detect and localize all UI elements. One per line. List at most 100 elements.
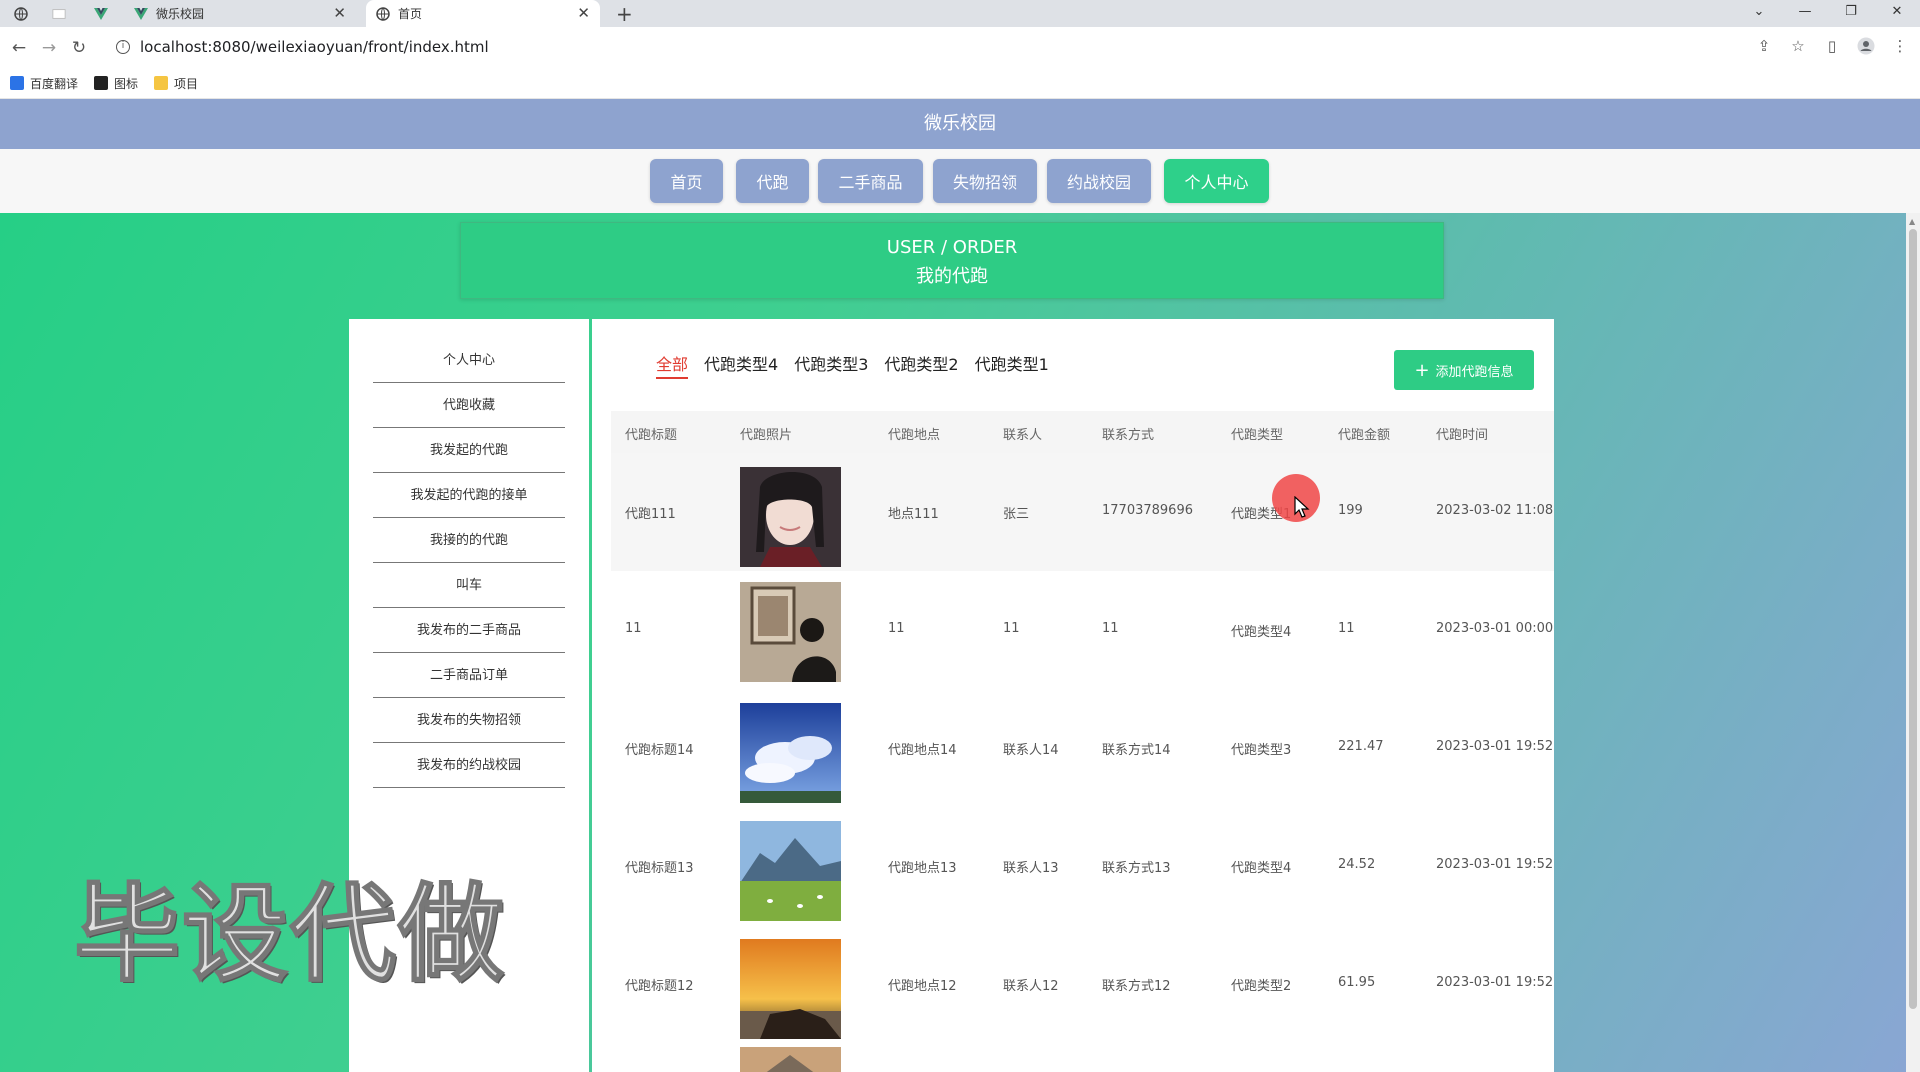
reload-icon[interactable]: ↻ xyxy=(68,37,90,59)
filter-type2[interactable]: 代跑类型2 xyxy=(884,351,958,379)
folder-icon xyxy=(154,76,169,90)
sidebar-item-secondhand-orders[interactable]: 二手商品订单 xyxy=(373,653,565,698)
filter-type4[interactable]: 代跑类型4 xyxy=(704,351,778,379)
globe-icon xyxy=(14,6,28,21)
top-nav: 首页 代跑 二手商品 失物招领 约战校园 个人中心 xyxy=(0,149,1920,213)
page-scrollbar[interactable]: ▲ xyxy=(1906,213,1920,1072)
url-field[interactable]: i localhost:8080/weilexiaoyuan/front/ind… xyxy=(108,32,1768,62)
scroll-up-icon[interactable]: ▲ xyxy=(1909,217,1915,226)
close-window-icon[interactable]: ✕ xyxy=(1874,0,1920,27)
vue-icon xyxy=(134,7,148,21)
info-icon[interactable]: i xyxy=(116,40,130,54)
col-title: 代跑标题 xyxy=(625,428,678,443)
errand-photo xyxy=(740,467,841,567)
sidebar-item-errand-favorites[interactable]: 代跑收藏 xyxy=(373,383,565,428)
browser-tab[interactable] xyxy=(94,0,120,27)
sidebar-item-user-center[interactable]: 个人中心 xyxy=(373,338,565,383)
errand-photo xyxy=(740,821,841,921)
table-row[interactable]: 代跑标题12 代跑地点12 联系人12 联系方式12 代跑类型2 61.95 2… xyxy=(611,925,1554,1043)
errand-photo xyxy=(740,1047,841,1072)
bookmark-item[interactable]: 项目 xyxy=(154,75,198,92)
browser-tab[interactable] xyxy=(14,0,40,27)
sidebar-item-call-car[interactable]: 叫车 xyxy=(373,563,565,608)
nav-campus-battle[interactable]: 约战校园 xyxy=(1047,159,1151,203)
table-row[interactable]: 代跑标题14 代跑地点14 联系人14 联系方式14 代跑类型3 221.47 … xyxy=(611,689,1554,807)
chevron-down-icon[interactable]: ⌄ xyxy=(1736,0,1782,27)
close-icon[interactable]: ✕ xyxy=(577,4,590,22)
browser-tab[interactable] xyxy=(52,0,78,27)
cell-type: 代跑类型3 xyxy=(1231,743,1292,758)
col-contact: 联系人 xyxy=(1003,428,1043,443)
col-type: 代跑类型 xyxy=(1231,428,1284,443)
site-title: 微乐校园 xyxy=(0,99,1920,149)
filter-type1[interactable]: 代跑类型1 xyxy=(975,351,1049,379)
profile-icon[interactable] xyxy=(1856,36,1876,56)
cell-title: 11 xyxy=(625,621,642,636)
cell-contact: 张三 xyxy=(1003,507,1030,522)
col-photo: 代跑照片 xyxy=(740,428,793,443)
cell-place: 代跑地点12 xyxy=(888,979,957,994)
star-icon[interactable]: ☆ xyxy=(1788,36,1808,56)
translate-icon xyxy=(10,76,24,90)
tab-title: 首页 xyxy=(398,7,423,21)
cell-time: 2023-03-01 19:52:3 xyxy=(1436,857,1554,872)
share-icon[interactable]: ⇪ xyxy=(1754,36,1774,56)
side-panel-icon[interactable]: ▯ xyxy=(1822,36,1842,56)
cell-contact: 联系人13 xyxy=(1003,861,1059,876)
sidebar-item-my-campus-battle[interactable]: 我发布的约战校园 xyxy=(373,743,565,788)
bookmark-item[interactable]: 百度翻译 xyxy=(10,75,78,92)
cell-phone: 联系方式14 xyxy=(1102,743,1171,758)
nav-secondhand[interactable]: 二手商品 xyxy=(818,159,923,203)
table-row[interactable]: 11 11 11 11 代跑类型4 11 2023-03-01 00:00:0 xyxy=(611,571,1554,689)
bookmark-label: 项目 xyxy=(174,76,199,91)
col-amount: 代跑金额 xyxy=(1338,428,1391,443)
blank-page-icon xyxy=(52,7,66,21)
menu-icon[interactable]: ⋮ xyxy=(1890,36,1910,56)
restore-icon[interactable]: ❐ xyxy=(1828,0,1874,27)
filter-type3[interactable]: 代跑类型3 xyxy=(794,351,868,379)
cell-amount: 24.52 xyxy=(1338,857,1376,872)
cell-contact: 联系人12 xyxy=(1003,979,1059,994)
cell-type: 代跑类型2 xyxy=(1231,979,1292,994)
add-errand-button[interactable]: + 添加代跑信息 xyxy=(1394,350,1534,390)
address-bar-row: ← → ↻ i localhost:8080/weilexiaoyuan/fro… xyxy=(0,27,1920,68)
sidebar-item-my-lost-found[interactable]: 我发布的失物招领 xyxy=(373,698,565,743)
nav-home[interactable]: 首页 xyxy=(650,159,723,203)
main-panel: 全部 代跑类型4 代跑类型3 代跑类型2 代跑类型1 + 添加代跑信息 代跑标题… xyxy=(592,319,1554,1072)
vue-icon xyxy=(94,7,108,21)
cell-place: 11 xyxy=(888,621,905,636)
cell-amount: 61.95 xyxy=(1338,975,1376,990)
new-tab-icon[interactable]: + xyxy=(616,2,633,26)
cell-phone: 联系方式12 xyxy=(1102,979,1171,994)
bookmark-item[interactable]: 图标 xyxy=(94,75,138,92)
table-row[interactable]: 代跑标题13 代跑地点13 联系人13 联系方式13 代跑类型4 24.52 2… xyxy=(611,807,1554,925)
browser-actions: ⇪ ☆ ▯ ⋮ xyxy=(1754,36,1910,56)
cell-place: 代跑地点14 xyxy=(888,743,957,758)
cell-type: 代跑类型4 xyxy=(1231,625,1292,640)
cell-time: 2023-03-02 11:08:3 xyxy=(1436,503,1554,518)
browser-tab-weile[interactable]: 微乐校园 ✕ xyxy=(134,0,356,27)
filter-all[interactable]: 全部 xyxy=(656,351,689,379)
cell-contact: 联系人14 xyxy=(1003,743,1059,758)
close-icon[interactable]: ✕ xyxy=(333,4,346,22)
cell-phone: 17703789696 xyxy=(1102,503,1193,518)
forward-icon[interactable]: → xyxy=(38,37,60,59)
cell-place: 地点111 xyxy=(888,507,939,522)
banner-cn: 我的代跑 xyxy=(916,266,988,287)
sidebar-item-my-errand-orders[interactable]: 我发起的代跑的接单 xyxy=(373,473,565,518)
back-icon[interactable]: ← xyxy=(8,37,30,59)
sidebar-item-accepted-errands[interactable]: 我接的的代跑 xyxy=(373,518,565,563)
col-time: 代跑时间 xyxy=(1436,428,1489,443)
scrollbar-thumb[interactable] xyxy=(1909,229,1917,1009)
minimize-icon[interactable]: — xyxy=(1782,0,1828,27)
cell-place: 代跑地点13 xyxy=(888,861,957,876)
nav-lost-found[interactable]: 失物招领 xyxy=(933,159,1037,203)
nav-user-center[interactable]: 个人中心 xyxy=(1164,159,1269,203)
table-row[interactable]: 代跑111 地点111 张三 17703789696 代跑类型1 199 202… xyxy=(611,453,1554,571)
browser-tab-home[interactable]: 首页 ✕ xyxy=(366,0,600,27)
cell-title: 代跑标题14 xyxy=(625,743,694,758)
nav-errand[interactable]: 代跑 xyxy=(736,159,809,203)
sidebar-item-my-errands[interactable]: 我发起的代跑 xyxy=(373,428,565,473)
sidebar-item-my-secondhand[interactable]: 我发布的二手商品 xyxy=(373,608,565,653)
errand-photo xyxy=(740,939,841,1039)
